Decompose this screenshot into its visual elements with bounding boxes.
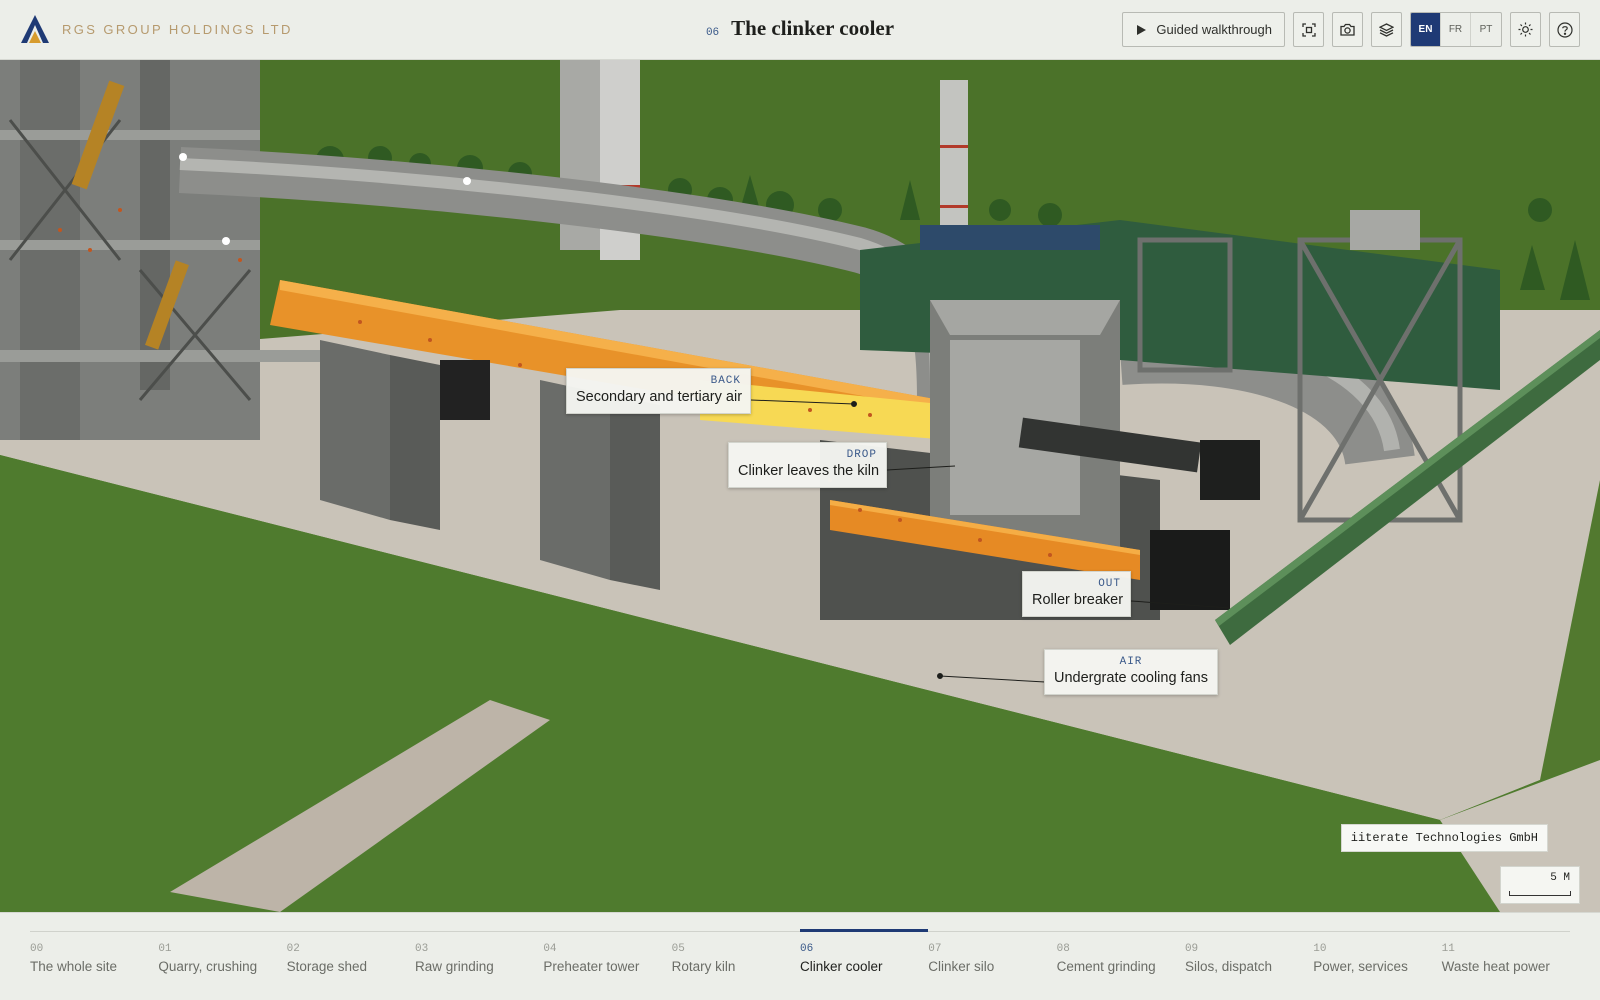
focus-button[interactable]	[1293, 12, 1324, 47]
callout-drop-tag: DROP	[846, 449, 877, 461]
step-04[interactable]: 04 Preheater tower	[543, 931, 671, 974]
scale-bar	[1509, 891, 1571, 896]
step-11[interactable]: 11 Waste heat power	[1442, 931, 1570, 974]
callout-drop-label: Clinker leaves the kiln	[738, 463, 880, 479]
process-timeline: 00 The whole site 01 Quarry, crushing 02 St…	[0, 912, 1600, 1000]
model-credit: iiterate Technologies GmbH	[1340, 824, 1548, 852]
section-title: The clinker cooler	[731, 16, 895, 40]
toolbar: Guided walkthrough EN FR PT	[1122, 12, 1580, 47]
scale-label: 5 M	[1550, 872, 1570, 884]
layers-button[interactable]	[1371, 12, 1402, 47]
sun-icon	[1518, 22, 1533, 37]
guided-walkthrough-label: Guided walkthrough	[1156, 22, 1272, 37]
step-06[interactable]: 06 Clinker cooler	[799, 929, 929, 974]
step-01[interactable]: 01 Quarry, crushing	[158, 931, 286, 974]
section-number: 06	[705, 27, 720, 39]
step-10[interactable]: 10 Power, services	[1313, 931, 1441, 974]
step-07[interactable]: 07 Clinker silo	[928, 931, 1056, 974]
step-09[interactable]: 09 Silos, dispatch	[1185, 931, 1313, 974]
callout-out[interactable]: OUT Roller breaker	[1022, 571, 1131, 617]
language-switcher: EN FR PT	[1410, 12, 1502, 47]
callout-drop[interactable]: DROP Clinker leaves the kiln	[728, 442, 887, 488]
screenshot-button[interactable]	[1332, 12, 1363, 47]
callout-out-tag: OUT	[1098, 578, 1121, 590]
callout-out-label: Roller breaker	[1032, 592, 1124, 608]
callout-back-tag: BACK	[710, 375, 741, 387]
callout-air-tag: AIR	[1119, 656, 1143, 668]
top-bar: RGS GROUP HOLDINGS LTD 06 The clinker co…	[0, 0, 1600, 60]
step-08[interactable]: 08 Cement grinding	[1057, 931, 1185, 974]
focus-icon	[1301, 22, 1316, 37]
step-02[interactable]: 02 Storage shed	[287, 931, 415, 974]
lang-pt[interactable]: PT	[1471, 13, 1501, 46]
scale-indicator: 5 M	[1500, 866, 1580, 904]
rgs-logo	[21, 15, 49, 43]
help-icon	[1556, 21, 1573, 38]
callout-air-label: Undergrate cooling fans	[1054, 670, 1208, 686]
brand-name: RGS GROUP HOLDINGS LTD	[62, 21, 293, 37]
step-00[interactable]: 00 The whole site	[30, 931, 158, 974]
plant-3d-viewport[interactable]: BACK Secondary and tertiary air DROP Cli…	[0, 60, 1600, 912]
layers-icon	[1379, 22, 1394, 37]
help-button[interactable]	[1549, 12, 1580, 47]
lang-en[interactable]: EN	[1411, 13, 1441, 46]
page-title: 06 The clinker cooler	[706, 16, 894, 41]
lighting-button[interactable]	[1510, 12, 1541, 47]
play-icon	[1137, 24, 1147, 35]
camera-icon	[1340, 23, 1355, 36]
step-03[interactable]: 03 Raw grinding	[415, 931, 543, 974]
lang-fr[interactable]: FR	[1441, 13, 1471, 46]
callout-back-label: Secondary and tertiary air	[576, 389, 743, 405]
brand[interactable]: RGS GROUP HOLDINGS LTD	[20, 14, 293, 44]
callout-back[interactable]: BACK Secondary and tertiary air	[566, 368, 751, 414]
step-05[interactable]: 05 Rotary kiln	[672, 931, 800, 974]
timeline-steps: 00 The whole site 01 Quarry, crushing 02 St…	[30, 929, 1570, 974]
callout-air[interactable]: AIR Undergrate cooling fans	[1044, 649, 1218, 695]
guided-walkthrough-button[interactable]: Guided walkthrough	[1122, 12, 1285, 47]
